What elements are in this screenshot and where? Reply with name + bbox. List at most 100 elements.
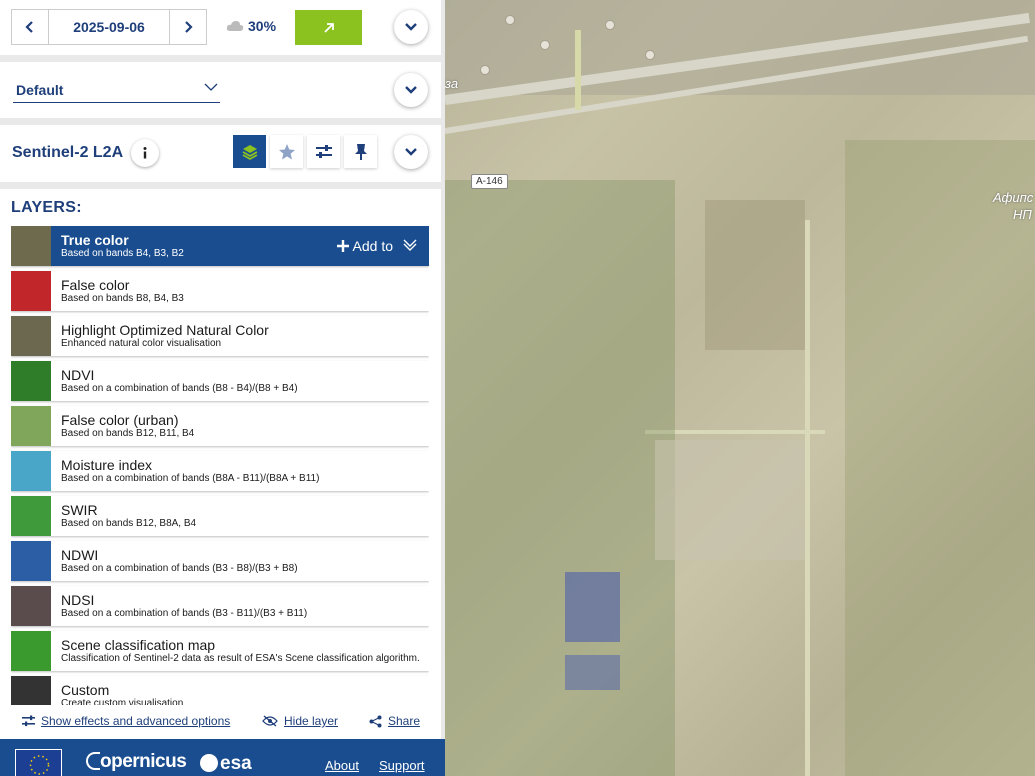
add-to-button[interactable]: Add to [336,238,393,254]
prev-date-button[interactable] [12,10,48,44]
tank [505,15,515,25]
collapse-toolbar-button[interactable] [394,10,428,44]
layers-icon [242,144,257,160]
chevron-down-icon [405,86,417,94]
place-label: НП [1013,207,1032,222]
pins-favorite-button[interactable] [270,135,303,168]
show-effects-link[interactable]: Show effects and advanced options [22,714,230,728]
layer-texts: Scene classification map Classification o… [51,637,420,665]
layer-item[interactable]: False color Based on bands B8, B4, B3 [11,271,429,311]
layer-texts: NDVI Based on a combination of bands (B8 … [51,367,298,395]
layer-thumbnail [11,271,51,311]
layer-item[interactable]: Custom Create custom visualisation [11,676,429,706]
theme-select[interactable]: Default [13,79,220,103]
layer-texts: Highlight Optimized Natural Color Enhance… [51,322,269,350]
solar-panels [565,655,620,690]
layer-item[interactable]: SWIR Based on bands B12, B8A, B4 [11,496,429,536]
map-road [805,220,810,776]
layer-description: Based on bands B12, B11, B4 [61,428,195,439]
map-view[interactable]: A-146 за Афипс НП [445,0,1035,776]
star-icon [278,143,295,159]
layer-item[interactable]: Highlight Optimized Natural Color Enhance… [11,316,429,356]
layer-name: Highlight Optimized Natural Color [61,322,269,338]
layer-item[interactable]: NDSI Based on a combination of bands (B3 … [11,586,429,626]
layer-texts: False color (urban) Based on bands B12, B… [51,412,194,440]
about-link[interactable]: About [325,758,359,773]
layer-thumbnail [11,676,51,706]
eu-flag-logo [15,749,62,776]
layer-description: Based on a combination of bands (B8 - B4… [61,383,298,394]
layer-item[interactable]: False color (urban) Based on bands B12, B… [11,406,429,446]
sliders-icon [22,715,35,727]
layer-item[interactable]: Moisture index Based on a combination of … [11,451,429,491]
share-label: Share [388,714,421,728]
layer-name: False color (urban) [61,412,179,428]
layer-description: Based on a combination of bands (B3 - B8… [61,563,298,574]
layer-texts: SWIR Based on bands B12, B8A, B4 [51,502,196,530]
layer-description: Classification of Sentinel-2 data as res… [61,653,420,664]
caret-down-icon [204,83,218,91]
cloud-coverage-value: 30% [248,18,277,34]
collapse-theme-button[interactable] [394,73,428,107]
solar-panels [565,572,620,642]
layer-thumbnail [11,631,51,671]
date-picker: 2025-09-06 [11,9,207,45]
layer-name: True color [61,232,129,248]
layer-description: Enhanced natural color visualisation [61,338,222,349]
layer-texts: Custom Create custom visualisation [51,682,183,706]
layer-texts: True color Based on bands B4, B3, B2 [51,232,184,260]
layer-item[interactable]: True color Based on bands B4, B3, B2 Add t… [11,226,429,266]
next-date-button[interactable] [170,10,206,44]
adjust-settings-button[interactable] [307,135,340,168]
layer-item[interactable]: NDVI Based on a combination of bands (B8 … [11,361,429,401]
date-input[interactable]: 2025-09-06 [48,10,170,44]
layer-name: NDWI [61,547,99,563]
map-field [445,180,675,776]
copernicus-logo: opernicus [86,751,187,773]
layer-thumbnail [11,586,51,626]
share-link[interactable]: Share [369,714,420,728]
layer-item[interactable]: NDWI Based on a combination of bands (B3 … [11,541,429,581]
tank [645,50,655,60]
layer-thumbnail [11,361,51,401]
layer-texts: NDSI Based on a combination of bands (B3 … [51,592,307,620]
layer-thumbnail [11,226,51,266]
layer-thumbnail [11,496,51,536]
layer-texts: False color Based on bands B8, B4, B3 [51,277,184,305]
layer-description: Based on bands B12, B8A, B4 [61,518,197,529]
layers-tab-button[interactable] [233,135,266,168]
map-facility [655,440,805,560]
share-icon [369,715,382,727]
esa-circle-icon [200,754,218,772]
place-label: за [445,76,459,91]
layer-texts: Moisture index Based on a combination of … [51,457,319,485]
eu-stars-icon [29,755,50,775]
tank [605,20,615,30]
expand-layer-button[interactable] [403,238,417,257]
plus-icon [336,240,349,252]
layer-name: NDSI [61,592,95,608]
layer-name: Custom [61,682,110,698]
hide-layer-link[interactable]: Hide layer [262,714,338,728]
add-to-label: Add to [352,238,393,254]
pin-icon [354,143,367,160]
layer-texts: NDWI Based on a combination of bands (B3 … [51,547,298,575]
map-field [845,140,1035,776]
pin-button[interactable] [344,135,377,168]
collection-info-button[interactable] [131,139,159,167]
esa-logo: esa [200,753,252,775]
cloud-coverage[interactable]: 30% [226,18,276,34]
road-sign: A-146 [471,174,508,189]
support-link[interactable]: Support [379,758,425,773]
tank [540,40,550,50]
layer-name: Scene classification map [61,637,216,653]
visualize-button[interactable] [295,10,362,45]
layer-thumbnail [11,541,51,581]
layer-item[interactable]: Scene classification map Classification o… [11,631,429,671]
collapse-collection-button[interactable] [394,135,428,169]
copernicus-logo-text: opernicus [100,751,187,772]
layer-description: Based on a combination of bands (B8A - B… [61,473,320,484]
tank [480,65,490,75]
copernicus-c-icon [86,752,100,770]
collection-title: Sentinel-2 L2A [12,144,124,161]
